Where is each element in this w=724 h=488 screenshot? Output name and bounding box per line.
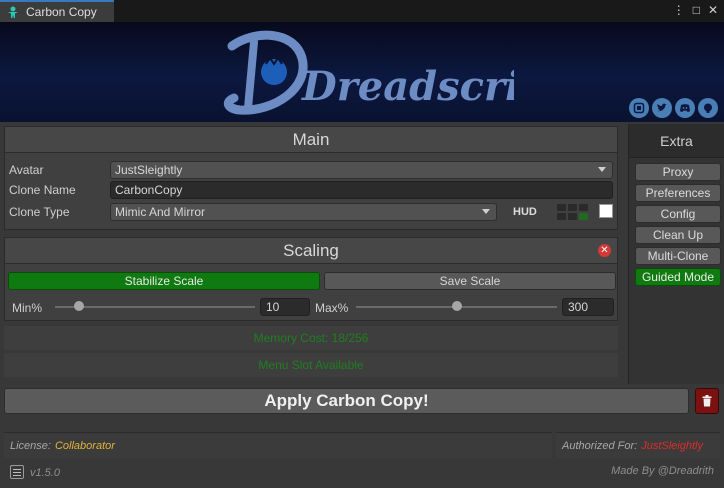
clone-name-label: Clone Name xyxy=(9,183,76,197)
chevron-down-icon xyxy=(482,209,490,214)
license-value: Collaborator xyxy=(54,439,115,452)
delete-button[interactable] xyxy=(695,388,719,414)
banner: Dreadscripts xyxy=(0,22,724,122)
authorized-label: Authorized For: xyxy=(562,439,638,452)
hud-position-grid[interactable] xyxy=(557,204,588,220)
min-slider-handle[interactable] xyxy=(74,301,84,311)
clean-up-button[interactable]: Clean Up xyxy=(635,226,721,244)
scaling-panel-title: Scaling xyxy=(5,238,617,264)
min-percent-label: Min% xyxy=(12,301,43,315)
min-percent-input[interactable]: 10 xyxy=(260,298,310,316)
window-titlebar: Carbon Copy ⋮ □ ✕ xyxy=(0,0,724,22)
preferences-button[interactable]: Preferences xyxy=(635,184,721,202)
clone-name-input[interactable]: CarbonCopy xyxy=(110,181,613,199)
authorized-info: Authorized For: JustSleightly xyxy=(556,432,720,458)
menu-icon[interactable] xyxy=(10,465,24,479)
save-scale-button[interactable]: Save Scale xyxy=(324,272,616,290)
clone-name-value: CarbonCopy xyxy=(115,183,183,197)
svg-text:Dreadscripts: Dreadscripts xyxy=(301,63,514,110)
config-button[interactable]: Config xyxy=(635,205,721,223)
dreadscripts-logo: Dreadscripts xyxy=(223,30,514,115)
max-percent-label: Max% xyxy=(315,301,349,315)
guided-mode-button[interactable]: Guided Mode xyxy=(635,268,721,286)
main-panel: Main Avatar JustSleightly Clone Name Car… xyxy=(4,126,618,230)
website-icon[interactable] xyxy=(629,98,649,118)
stabilize-scale-button[interactable]: Stabilize Scale xyxy=(8,272,320,290)
github-icon[interactable] xyxy=(698,98,718,118)
version-label: v1.5.0 xyxy=(30,467,60,479)
authorized-value: JustSleightly xyxy=(641,439,703,452)
hud-color-swatch[interactable] xyxy=(599,204,613,218)
menu-slot-status: Menu Slot Available xyxy=(4,353,618,377)
close-icon[interactable]: ✕ xyxy=(708,3,718,17)
proxy-button[interactable]: Proxy xyxy=(635,163,721,181)
more-options-icon[interactable]: ⋮ xyxy=(673,3,685,17)
maximize-icon[interactable]: □ xyxy=(693,3,700,17)
avatar-value: JustSleightly xyxy=(115,163,183,177)
license-info: License: Collaborator xyxy=(4,432,552,458)
hud-cell[interactable] xyxy=(568,204,577,211)
hud-cell[interactable] xyxy=(579,204,588,211)
discord-icon[interactable] xyxy=(675,98,695,118)
twitter-icon[interactable] xyxy=(652,98,672,118)
min-slider-track[interactable] xyxy=(55,306,255,308)
window-title: Carbon Copy xyxy=(26,5,97,19)
hud-cell-selected[interactable] xyxy=(579,213,588,220)
hud-cell[interactable] xyxy=(568,213,577,220)
avatar-dropdown[interactable]: JustSleightly xyxy=(110,161,613,179)
extra-sidebar: Extra Proxy Preferences Config Clean Up … xyxy=(628,124,724,384)
avatar-label: Avatar xyxy=(9,163,44,177)
clone-type-value: Mimic And Mirror xyxy=(115,205,206,219)
max-slider-handle[interactable] xyxy=(451,301,462,311)
main-panel-title: Main xyxy=(5,127,617,153)
made-by-label: Made By @Dreadrith xyxy=(611,465,714,477)
trash-icon xyxy=(702,395,712,407)
carbon-copy-app-icon xyxy=(8,6,18,18)
clone-type-dropdown[interactable]: Mimic And Mirror xyxy=(110,203,497,221)
license-label: License: xyxy=(10,439,51,452)
hud-label: HUD xyxy=(513,206,537,218)
hud-cell[interactable] xyxy=(557,213,566,220)
apply-carbon-copy-button[interactable]: Apply Carbon Copy! xyxy=(4,388,689,414)
extra-title: Extra xyxy=(629,124,724,158)
hud-cell[interactable] xyxy=(557,204,566,211)
chevron-down-icon xyxy=(598,167,606,172)
scaling-panel: Scaling ✕ Stabilize Scale Save Scale Min… xyxy=(4,237,618,321)
memory-cost-status: Memory Cost: 18/256 xyxy=(4,326,618,350)
close-scaling-icon[interactable]: ✕ xyxy=(598,244,611,257)
multi-clone-button[interactable]: Multi-Clone xyxy=(635,247,721,265)
max-percent-input[interactable]: 300 xyxy=(562,298,614,316)
clone-type-label: Clone Type xyxy=(9,205,70,219)
window-tab[interactable]: Carbon Copy xyxy=(0,0,114,22)
